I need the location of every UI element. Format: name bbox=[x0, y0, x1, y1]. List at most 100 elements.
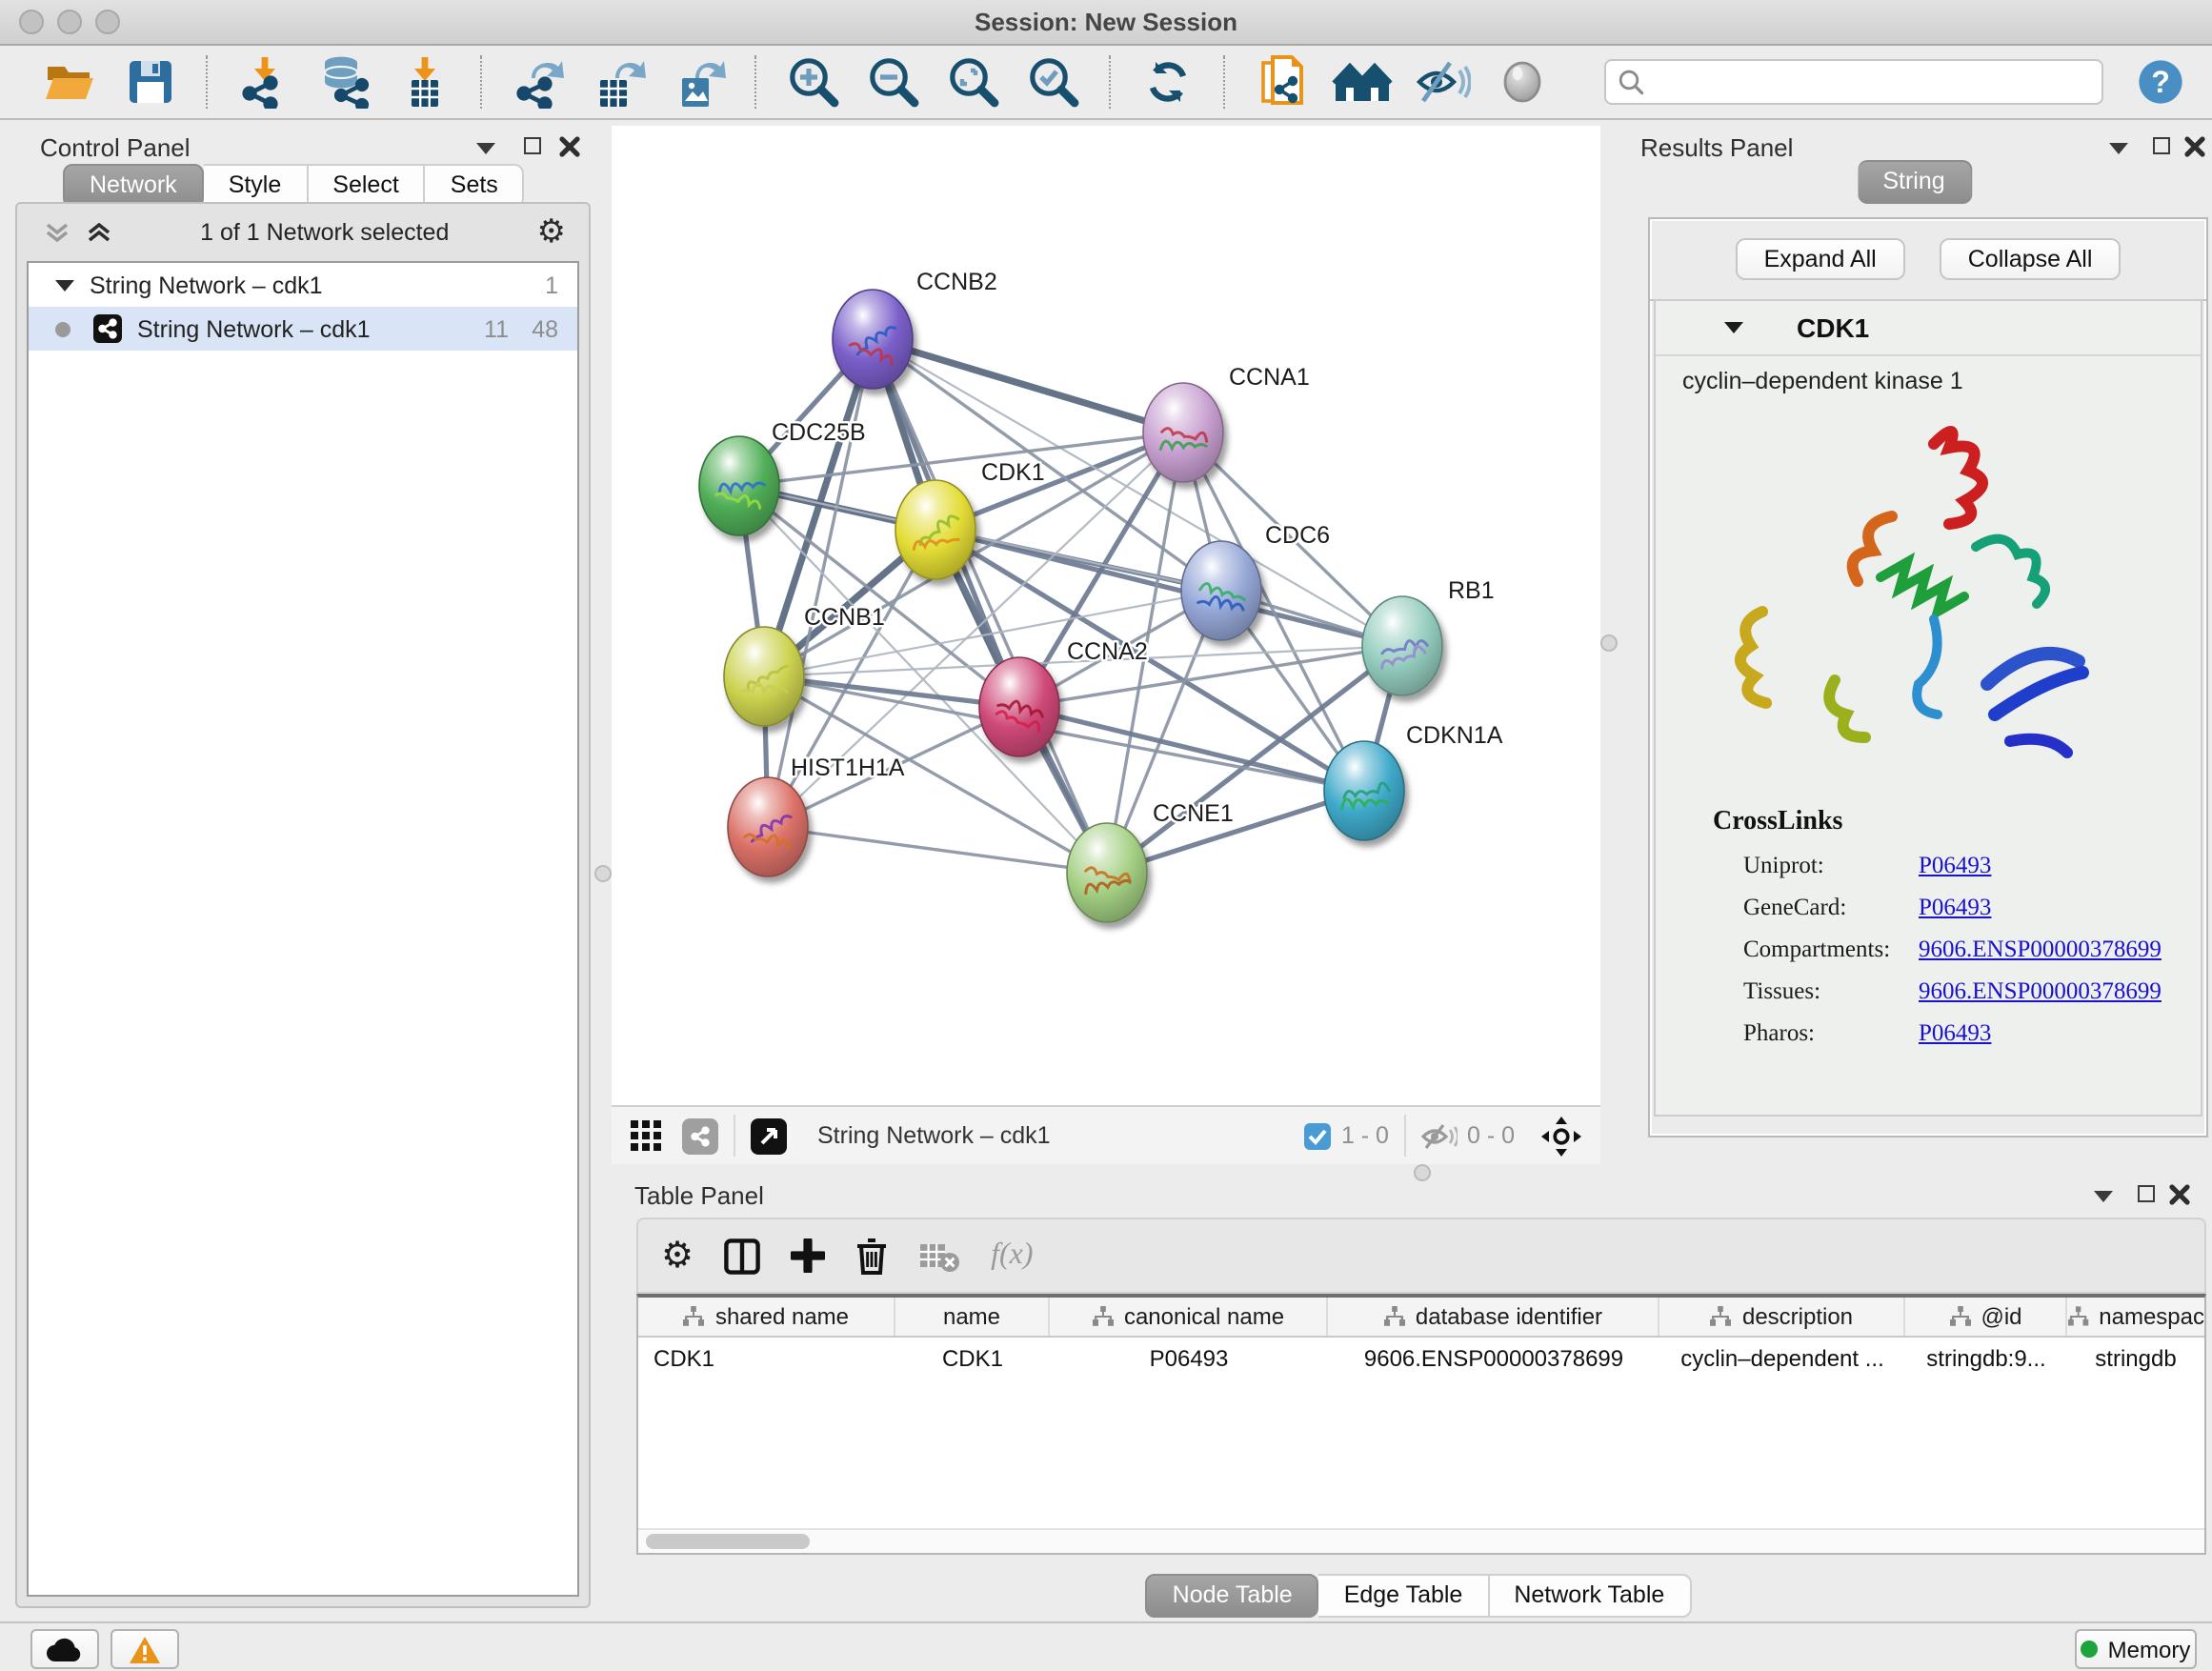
export-network-button[interactable] bbox=[509, 51, 570, 112]
column-header[interactable]: namespac bbox=[2067, 1298, 2204, 1336]
expand-all-networks-icon[interactable] bbox=[44, 219, 70, 246]
refresh-layout-button[interactable] bbox=[1137, 51, 1198, 112]
cytoscape-window: Session: New Session bbox=[0, 0, 2212, 1671]
network-node[interactable] bbox=[1362, 596, 1442, 695]
close-panel-icon[interactable] bbox=[558, 135, 581, 158]
network-options-gear-icon[interactable]: ⚙ bbox=[537, 213, 567, 252]
show-columns-icon[interactable] bbox=[724, 1238, 760, 1274]
collapse-all-networks-icon[interactable] bbox=[86, 219, 112, 246]
column-header[interactable]: @id bbox=[1905, 1298, 2067, 1336]
crosslink-label: Pharos: bbox=[1713, 1019, 1919, 1048]
network-node[interactable] bbox=[1324, 741, 1404, 840]
vertical-splitter-handle[interactable] bbox=[594, 865, 612, 882]
hide-glass-button[interactable] bbox=[1412, 51, 1473, 112]
search-input[interactable] bbox=[1644, 67, 2090, 97]
crosslink-value-link[interactable]: P06493 bbox=[1919, 894, 1991, 922]
crosslink-value-link[interactable]: P06493 bbox=[1919, 852, 1991, 880]
undock-panel-icon[interactable] bbox=[524, 137, 541, 154]
network-view[interactable]: CCNB2CCNA1CDC25BCDK1CDC6RB1CCNB1CCNA2CDK… bbox=[612, 126, 1600, 1105]
cloud-status-button[interactable] bbox=[30, 1629, 99, 1669]
node-label: CCNA2 bbox=[1067, 638, 1148, 665]
network-node[interactable] bbox=[699, 436, 779, 535]
selected-checkbox-icon[interactable] bbox=[1303, 1121, 1332, 1150]
network-edge[interactable] bbox=[873, 339, 1183, 433]
network-edge[interactable] bbox=[768, 827, 1107, 873]
scrollbar-thumb[interactable] bbox=[646, 1534, 810, 1549]
save-session-button[interactable] bbox=[120, 51, 181, 112]
zoom-fit-button[interactable] bbox=[943, 51, 1004, 112]
column-header[interactable]: canonical name bbox=[1050, 1298, 1328, 1336]
export-image-button[interactable] bbox=[669, 51, 730, 112]
graphics-detail-button[interactable] bbox=[1492, 51, 1553, 112]
node-label: CDKN1A bbox=[1406, 722, 1503, 749]
network-tab-body: 1 of 1 Network selected ⚙ String Network… bbox=[15, 202, 591, 1608]
collapse-gene-icon[interactable] bbox=[1724, 322, 1743, 333]
undock-panel-icon[interactable] bbox=[2153, 137, 2170, 154]
table-horizontal-scrollbar[interactable] bbox=[638, 1528, 2204, 1553]
delete-column-icon[interactable] bbox=[855, 1238, 888, 1274]
network-node[interactable] bbox=[833, 290, 913, 389]
crosslink-value-link[interactable]: 9606.ENSP00000378699 bbox=[1919, 977, 2162, 1006]
import-database-button[interactable] bbox=[314, 51, 375, 112]
string-home-button[interactable] bbox=[1332, 51, 1393, 112]
delete-table-icon[interactable] bbox=[918, 1239, 960, 1272]
network-node[interactable] bbox=[724, 627, 804, 726]
network-node[interactable] bbox=[895, 480, 975, 579]
hidden-eye-icon[interactable] bbox=[1421, 1121, 1458, 1150]
pan-mode-icon[interactable] bbox=[1541, 1116, 1581, 1156]
toolbar-separator bbox=[1223, 55, 1227, 109]
tab-network-table[interactable]: Network Table bbox=[1489, 1574, 1691, 1618]
network-node[interactable] bbox=[979, 657, 1059, 756]
open-session-button[interactable] bbox=[40, 51, 101, 112]
network-edge[interactable] bbox=[935, 530, 1402, 646]
gene-header-row[interactable]: CDK1 bbox=[1656, 301, 2201, 356]
export-table-button[interactable] bbox=[589, 51, 650, 112]
warnings-button[interactable] bbox=[111, 1629, 179, 1669]
close-panel-icon[interactable] bbox=[2168, 1183, 2191, 1206]
help-button[interactable]: ? bbox=[2130, 51, 2191, 112]
network-node[interactable] bbox=[1181, 541, 1261, 640]
string-view-icon[interactable] bbox=[682, 1117, 718, 1154]
birdseye-view-toggle[interactable] bbox=[751, 1117, 787, 1154]
zoom-in-button[interactable] bbox=[783, 51, 844, 112]
network-collection-row[interactable]: String Network – cdk1 1 bbox=[29, 263, 577, 307]
float-panel-icon[interactable] bbox=[2094, 1191, 2113, 1202]
column-header[interactable]: shared name bbox=[638, 1298, 895, 1336]
network-selection-status: 1 of 1 Network selected bbox=[112, 219, 537, 246]
tab-edge-table[interactable]: Edge Table bbox=[1319, 1574, 1490, 1618]
zoom-out-button[interactable] bbox=[863, 51, 924, 112]
network-node[interactable] bbox=[728, 777, 808, 876]
search-field[interactable] bbox=[1604, 59, 2103, 105]
share-document-button[interactable] bbox=[1252, 51, 1313, 112]
tab-string[interactable]: String bbox=[1858, 160, 1971, 204]
network-node[interactable] bbox=[1143, 383, 1223, 482]
collapse-all-button[interactable]: Collapse All bbox=[1940, 238, 2122, 280]
table-row[interactable]: CDK1 CDK1 P06493 9606.ENSP00000378699 cy… bbox=[638, 1338, 2204, 1378]
zoom-selected-button[interactable] bbox=[1023, 51, 1084, 112]
float-panel-icon[interactable] bbox=[2109, 143, 2128, 154]
undock-panel-icon[interactable] bbox=[2138, 1185, 2155, 1202]
crosslink-value-link[interactable]: P06493 bbox=[1919, 1019, 1991, 1048]
column-header[interactable]: name bbox=[895, 1298, 1050, 1336]
function-builder-icon[interactable]: f(x) bbox=[991, 1238, 1033, 1273]
add-column-icon[interactable] bbox=[791, 1238, 825, 1273]
column-header[interactable]: description bbox=[1659, 1298, 1905, 1336]
table-toolbar: ⚙ f(x) bbox=[636, 1218, 2206, 1294]
tab-node-table[interactable]: Node Table bbox=[1146, 1574, 1319, 1618]
float-panel-icon[interactable] bbox=[476, 143, 495, 154]
network-edge[interactable] bbox=[873, 339, 1107, 873]
network-node[interactable] bbox=[1067, 823, 1147, 922]
network-row[interactable]: String Network – cdk1 11 48 bbox=[29, 307, 577, 351]
column-header[interactable]: database identifier bbox=[1328, 1298, 1659, 1336]
import-network-button[interactable] bbox=[234, 51, 295, 112]
import-table-button[interactable] bbox=[394, 51, 455, 112]
memory-button[interactable]: Memory bbox=[2075, 1629, 2197, 1669]
crosslink-value-link[interactable]: 9606.ENSP00000378699 bbox=[1919, 936, 2162, 964]
vertical-splitter-handle[interactable] bbox=[1600, 634, 1618, 652]
table-settings-gear-icon[interactable]: ⚙ bbox=[661, 1234, 694, 1278]
grid-view-icon[interactable] bbox=[631, 1119, 663, 1152]
network-canvas[interactable]: CCNB2CCNA1CDC25BCDK1CDC6RB1CCNB1CCNA2CDK… bbox=[612, 126, 1600, 1105]
close-panel-icon[interactable] bbox=[2183, 135, 2206, 158]
current-network-title: String Network – cdk1 bbox=[817, 1122, 1051, 1149]
expand-all-button[interactable]: Expand All bbox=[1736, 238, 1905, 280]
